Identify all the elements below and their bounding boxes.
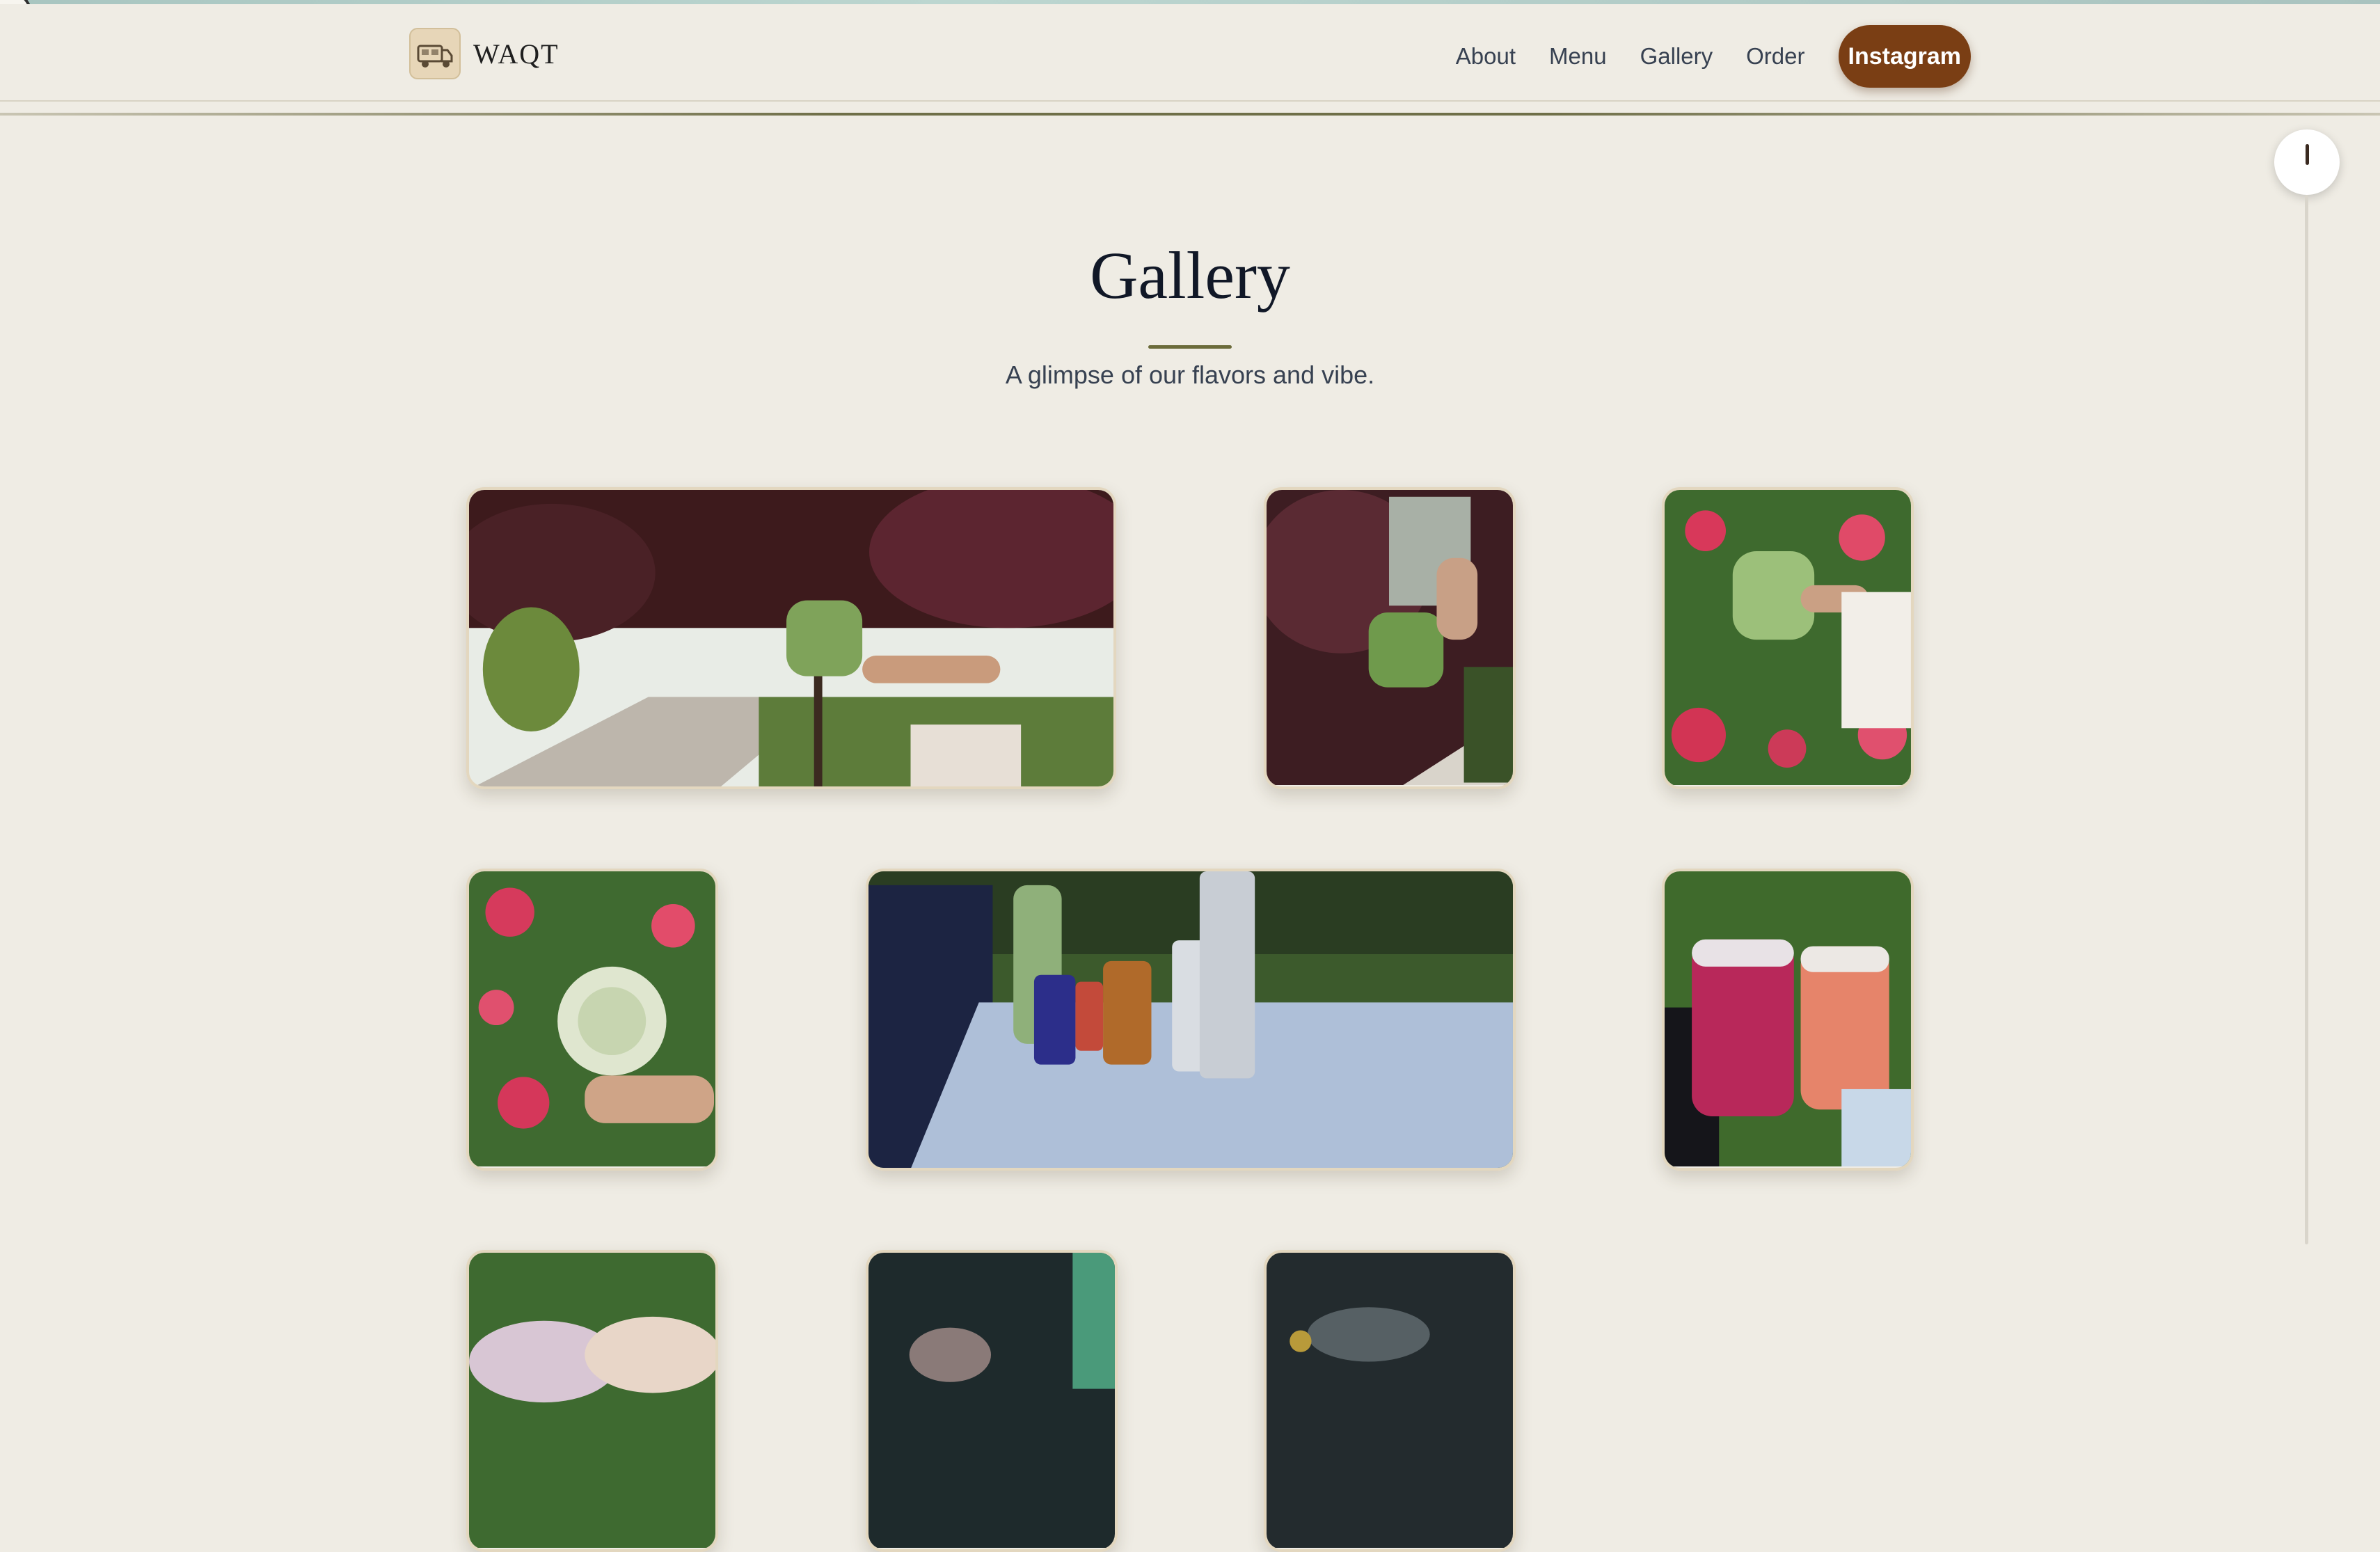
nav-gallery[interactable]: Gallery: [1640, 43, 1713, 70]
main-nav: About Menu Gallery Order Instagram: [1456, 25, 1971, 88]
gallery-photo-matcha-topdown[interactable]: [466, 869, 718, 1171]
gallery-photo-pink-drinks[interactable]: [1662, 869, 1914, 1171]
gallery-photo-dark-glass[interactable]: [1264, 1250, 1516, 1552]
gallery-photo-syrup-table[interactable]: [866, 869, 1516, 1171]
nav-about[interactable]: About: [1456, 43, 1516, 70]
scroll-knob-icon[interactable]: [2274, 129, 2340, 195]
scroll-track[interactable]: [2305, 195, 2308, 1244]
header-divider: [0, 113, 2380, 116]
instagram-button[interactable]: Instagram: [1838, 25, 1971, 88]
brand-logo[interactable]: WAQT: [409, 28, 560, 79]
nav-menu[interactable]: Menu: [1549, 43, 1607, 70]
gallery-photo-matcha-upside[interactable]: [1264, 487, 1516, 789]
food-truck-icon: [409, 28, 461, 79]
gallery-photo-drinks-closeup[interactable]: [466, 1250, 718, 1552]
site-header: WAQT About Menu Gallery Order Instagram: [0, 4, 2380, 102]
page-title: Gallery: [1090, 238, 1290, 312]
gallery-photo-matcha-garden[interactable]: [466, 487, 1116, 789]
page-subtitle: A glimpse of our flavors and vibe.: [1005, 361, 1375, 389]
nav-order[interactable]: Order: [1746, 43, 1804, 70]
gallery-photo-matcha-flowers[interactable]: [1662, 487, 1914, 789]
title-underline: [1148, 345, 1232, 349]
brand-name: WAQT: [473, 38, 560, 70]
gallery-photo-smoke-drink[interactable]: [866, 1250, 1118, 1552]
